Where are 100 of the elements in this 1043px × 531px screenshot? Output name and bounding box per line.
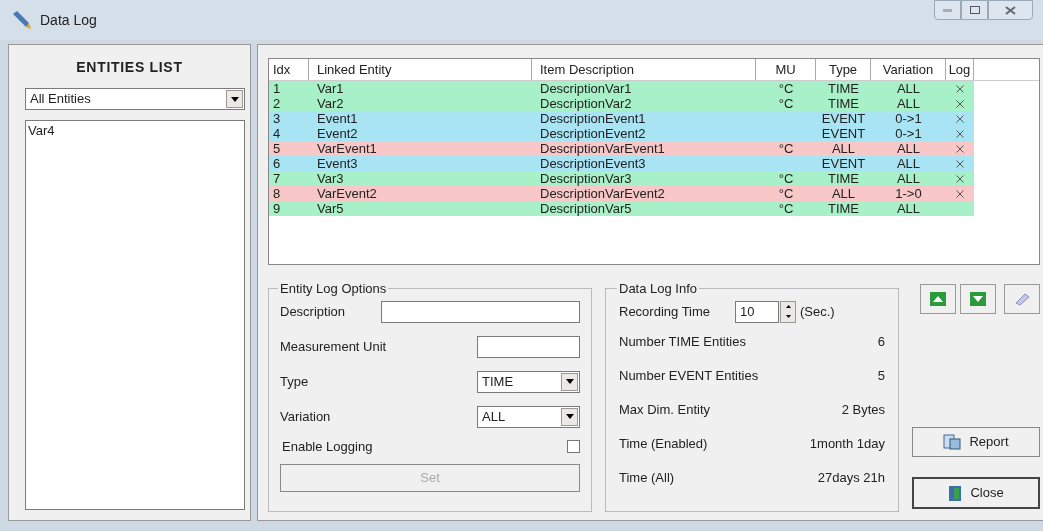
table-cell: 0->1 [895,126,922,141]
document-icon [943,434,962,450]
column-header[interactable]: Item Description [532,59,756,80]
table-cell: TIME [827,201,860,216]
table-cell: EVENT [821,126,866,141]
table-cell: Var2 [317,96,344,111]
field-label: Description [280,302,346,321]
dropdown-arrow-button[interactable] [226,90,243,108]
dropdown-value: All Entities [30,90,91,109]
move-up-button[interactable] [920,284,956,314]
table-cell: EVENT [821,111,866,126]
table-cell: TIME [827,96,860,111]
table-row[interactable]: 4 Event2 DescriptionEvent2 EVENT 0->1 [269,126,974,141]
unit-label: (Sec.) [800,302,835,321]
table-cell: ALL [896,201,921,216]
table-cell: °C [778,81,794,96]
close-button[interactable] [988,0,1033,20]
variation-dropdown[interactable]: ALL [477,405,580,428]
table-cell: ALL [831,141,856,156]
down-arrow-icon [785,315,791,318]
table-cell: EVENT [821,156,866,171]
panel-title: ENTITIES LIST [75,58,184,77]
column-header[interactable]: Idx [269,59,309,80]
table-row[interactable]: 9 Var5 DescriptionVar5 °C TIME ALL [269,201,974,216]
checkbox-label: Enable Logging [282,437,373,456]
unit-field[interactable] [477,335,580,358]
table-cell: °C [778,96,794,111]
table-cell: Var5 [317,201,344,216]
stat-label: Time (All) [619,468,675,487]
spin-buttons[interactable] [780,300,796,323]
table-row[interactable]: 8 VarEvent2 DescriptionVarEvent2 °C ALL 1->0 [269,186,974,201]
column-header[interactable]: Type [816,59,871,80]
caret-icon [230,96,239,102]
table-row[interactable]: 6 Event3 DescriptionEvent3 EVENT ALL [269,156,974,171]
column-header[interactable]: Log [946,59,974,80]
table-cell: Event1 [317,111,358,126]
table-cell: VarEvent2 [317,186,377,201]
table-cell: 2 [273,96,281,111]
recording-time-field[interactable]: 10 [735,300,779,323]
table-cell: 5 [273,141,281,156]
stat-value: 27days 21h [817,468,885,487]
enable-logging-checkbox[interactable] [567,440,580,453]
dropdown-value: TIME [482,372,514,391]
table-cell: ALL [831,186,856,201]
table-cell: Event3 [317,156,358,171]
column-header[interactable]: Variation [871,59,946,80]
table-cell: 1 [273,81,281,96]
table-cell: VarEvent1 [317,141,377,156]
column-header[interactable]: Linked Entity [309,59,532,80]
dropdown-arrow-button[interactable] [561,407,578,426]
type-dropdown[interactable]: TIME [477,370,580,393]
dropdown-arrow-button[interactable] [561,372,578,391]
stat-value: 1month 1day [809,434,885,453]
table-row[interactable]: 2 Var2 DescriptionVar2 °C TIME ALL [269,96,974,111]
table-cell: ALL [896,171,921,186]
column-header[interactable]: MU [756,59,816,80]
table-cell: °C [778,171,794,186]
table-cell: ALL [896,141,921,156]
table-cell: °C [778,201,794,216]
report-button[interactable]: Report [912,427,1040,457]
table-row[interactable]: 1 Var1 DescriptionVar1 °C TIME ALL [269,81,974,96]
stat-value: 6 [877,332,885,351]
entity-filter-dropdown[interactable]: All Entities [25,88,245,110]
table-row[interactable]: 7 Var3 DescriptionVar3 °C TIME ALL [269,171,974,186]
close-dialog-button[interactable]: Close [912,477,1040,509]
table-cell: TIME [827,81,860,96]
stat-value: 5 [877,366,885,385]
maximize-button[interactable] [961,0,988,20]
table-cell: ALL [896,156,921,171]
table-cell: DescriptionEvent2 [540,126,646,141]
group-title: Data Log Info [618,280,699,298]
table-cell: TIME [827,171,860,186]
entities-listbox[interactable]: Var4 [25,120,245,510]
move-down-button[interactable] [960,284,996,314]
table-cell: DescriptionVarEvent1 [540,141,665,156]
door-icon [948,484,963,502]
dropdown-value: ALL [482,407,506,426]
table-cell: 6 [273,156,281,171]
table-cell: 1->0 [895,186,922,201]
minimize-icon [943,8,952,12]
table-cell: DescriptionVarEvent2 [540,186,665,201]
stat-label: Number TIME Entities [619,332,746,351]
field-label: Recording Time [619,302,712,321]
table-cell: DescriptionVar2 [540,96,632,111]
erase-button[interactable] [1004,284,1040,314]
group-title: Entity Log Options [279,280,388,298]
table-cell: °C [778,186,794,201]
table-cell: 8 [273,186,281,201]
description-field[interactable] [381,300,580,323]
table-cell: Event2 [317,126,358,141]
table-cell: Var3 [317,171,344,186]
table-cell: 9 [273,201,281,216]
table-cell: ALL [896,81,921,96]
field-label: Variation [280,407,331,426]
entity-list-item[interactable]: Var4 [28,121,242,141]
table-row[interactable]: 5 VarEvent1 DescriptionVarEvent1 °C ALL ALL [269,141,974,156]
field-label: Type [280,372,309,391]
table-cell: ALL [896,96,921,111]
table-cell: °C [778,141,794,156]
table-row[interactable]: 3 Event1 DescriptionEvent1 EVENT 0->1 [269,111,974,126]
